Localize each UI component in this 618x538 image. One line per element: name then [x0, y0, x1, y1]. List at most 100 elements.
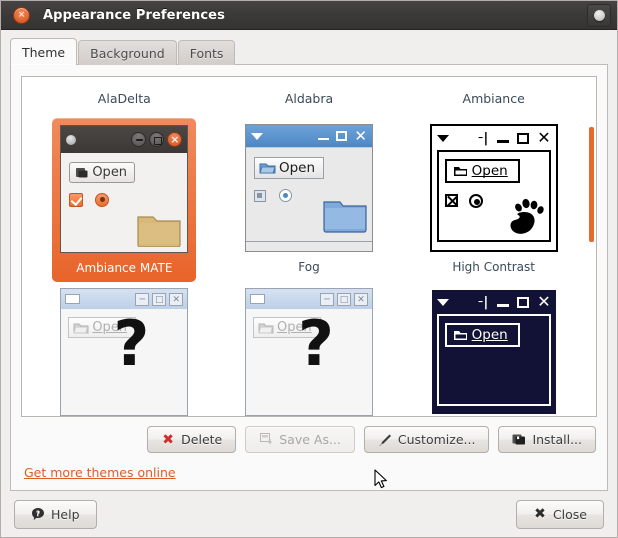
theme-thumb-wrapper[interactable]: ╶| ✕	[424, 282, 564, 416]
save-as-button[interactable]: Save As...	[245, 426, 355, 453]
link-row: Get more themes online	[21, 453, 597, 480]
titlebar: × Appearance Preferences	[1, 1, 617, 30]
open-folder-icon	[76, 168, 88, 178]
preview-minimize-icon	[318, 138, 330, 140]
theme-item-ambiance-mate[interactable]: Open	[34, 118, 215, 282]
help-button[interactable]: ? Help	[14, 499, 97, 529]
theme-thumb-wrapper[interactable]: Open	[52, 118, 197, 282]
open-folder-icon	[453, 167, 467, 176]
preview-window-buttons	[131, 132, 183, 147]
open-folder-icon	[259, 163, 276, 174]
preview-close-icon: ✕	[169, 292, 184, 306]
window-close-icon[interactable]: ×	[13, 6, 30, 24]
theme-preview-ambiance-mate: Open	[60, 125, 189, 253]
theme-item-high-contrast[interactable]: ╶| ✕ Open High Contrast	[403, 118, 584, 282]
preview-open-label: Open	[471, 327, 508, 343]
preview-titlebar: ─ □ ✕	[245, 289, 372, 309]
preview-close-icon: ✕	[353, 292, 368, 306]
preview-menu-icon	[66, 134, 77, 145]
theme-column-2: Aldabra	[219, 85, 400, 118]
dialog-content: Theme Background Fonts AlaDelta Aldabra	[1, 30, 617, 491]
preview-open-button: Open	[444, 159, 520, 183]
preview-window-buttons: ╶| ✕	[474, 294, 551, 310]
theme-preview-fog: ✕ Open	[244, 124, 373, 252]
theme-thumb-wrapper[interactable]: ╶| ✕	[424, 118, 564, 277]
preview-maximize-icon	[517, 296, 530, 308]
preview-checkbox-icon	[253, 189, 266, 202]
preview-minimize-icon: ─	[135, 292, 150, 306]
preview-shade-icon: ╶|	[474, 294, 490, 310]
theme-column-header: Aldabra	[284, 91, 334, 106]
preview-open-label: Open	[471, 163, 508, 179]
save-as-icon	[259, 433, 273, 447]
package-icon	[512, 433, 526, 447]
theme-grid: AlaDelta Aldabra Ambiance × Open Ambianc…	[22, 77, 596, 416]
theme-caption: High Contrast	[452, 260, 535, 274]
preview-checkbox-icon	[444, 194, 458, 207]
theme-loading-indicator: ?	[297, 307, 334, 380]
preview-statusbar	[245, 241, 372, 247]
close-button[interactable]: ✖ Close	[515, 499, 604, 529]
theme-thumb-wrapper[interactable]: ─ □ ✕ Open ?	[239, 282, 379, 416]
close-glyph: ×	[17, 9, 26, 20]
preview-minimize-icon: ─	[319, 292, 334, 306]
titlebar-menu-button[interactable]	[587, 4, 611, 27]
tab-theme-label: Theme	[22, 44, 66, 60]
preview-menu-icon	[65, 294, 81, 304]
theme-item-row2-3[interactable]: ╶| ✕ Open	[403, 282, 584, 416]
preview-minimize-icon	[131, 132, 147, 147]
theme-thumb-wrapper[interactable]: ─ □ ✕ Open ?	[54, 282, 194, 416]
install-button[interactable]: Install...	[498, 426, 596, 453]
appearance-preferences-window: × Appearance Preferences Theme Backgroun…	[0, 0, 618, 538]
tab-bar: Theme Background Fonts	[10, 38, 608, 65]
session-indicator-icon	[593, 10, 605, 21]
theme-list[interactable]: AlaDelta Aldabra Ambiance × Open Ambianc…	[21, 76, 597, 417]
preview-body: Open	[245, 147, 372, 247]
theme-action-buttons: ✖ Delete Save As... Customize... Install…	[21, 417, 597, 453]
preview-open-button: Open	[444, 323, 520, 347]
theme-item-fog[interactable]: ✕ Open Fog	[219, 118, 400, 282]
theme-item-row2-1[interactable]: ─ □ ✕ Open ?	[34, 282, 215, 416]
delete-button-label: Delete	[181, 432, 223, 447]
tab-fonts[interactable]: Fonts	[177, 40, 236, 65]
get-more-themes-link[interactable]: Get more themes online	[24, 465, 176, 480]
preview-window-buttons: ─ □ ✕	[135, 292, 184, 306]
tab-fonts-label: Fonts	[189, 45, 224, 61]
theme-caption: Fog	[298, 260, 320, 274]
gnome-footprint-icon	[510, 198, 544, 234]
theme-list-scrollbar[interactable]	[589, 127, 594, 242]
help-icon: ?	[31, 507, 45, 521]
preview-titlebar: ✕	[245, 125, 372, 147]
theme-preview-row2-2: ─ □ ✕ Open ?	[244, 288, 373, 416]
window-title: Appearance Preferences	[43, 7, 225, 23]
preview-maximize-icon	[336, 131, 348, 141]
customize-button-label: Customize...	[397, 432, 476, 447]
theme-column-1: AlaDelta	[34, 85, 215, 118]
delete-icon: ✖	[162, 431, 175, 448]
tab-background-label: Background	[90, 45, 165, 61]
close-button-label: Close	[552, 506, 587, 522]
help-button-label: Help	[51, 506, 80, 522]
theme-column-header: Ambiance	[462, 91, 525, 106]
tab-background[interactable]: Background	[78, 40, 177, 65]
preview-open-button: Open	[69, 162, 136, 183]
theme-thumb-wrapper[interactable]: ✕ Open Fog	[239, 118, 379, 277]
preview-body: Open	[61, 153, 188, 252]
theme-column-3: Ambiance	[403, 85, 584, 118]
preview-controls	[69, 192, 179, 207]
preview-body: Open	[436, 314, 551, 406]
tab-theme[interactable]: Theme	[10, 38, 78, 65]
preview-radio-icon	[278, 189, 292, 202]
delete-button[interactable]: ✖ Delete	[147, 426, 237, 453]
save-as-button-label: Save As...	[279, 432, 341, 447]
preview-open-button: Open	[253, 157, 325, 179]
preview-maximize-icon	[517, 132, 530, 144]
preview-titlebar: ─ □ ✕	[61, 289, 188, 309]
preview-titlebar	[61, 126, 188, 153]
preview-minimize-icon	[497, 140, 510, 143]
theme-item-row2-2[interactable]: ─ □ ✕ Open ?	[219, 282, 400, 416]
preview-folder-icon	[137, 216, 181, 247]
customize-button[interactable]: Customize...	[363, 426, 490, 453]
preview-open-label: Open	[92, 165, 128, 180]
theme-loading-indicator: ?	[113, 307, 150, 380]
